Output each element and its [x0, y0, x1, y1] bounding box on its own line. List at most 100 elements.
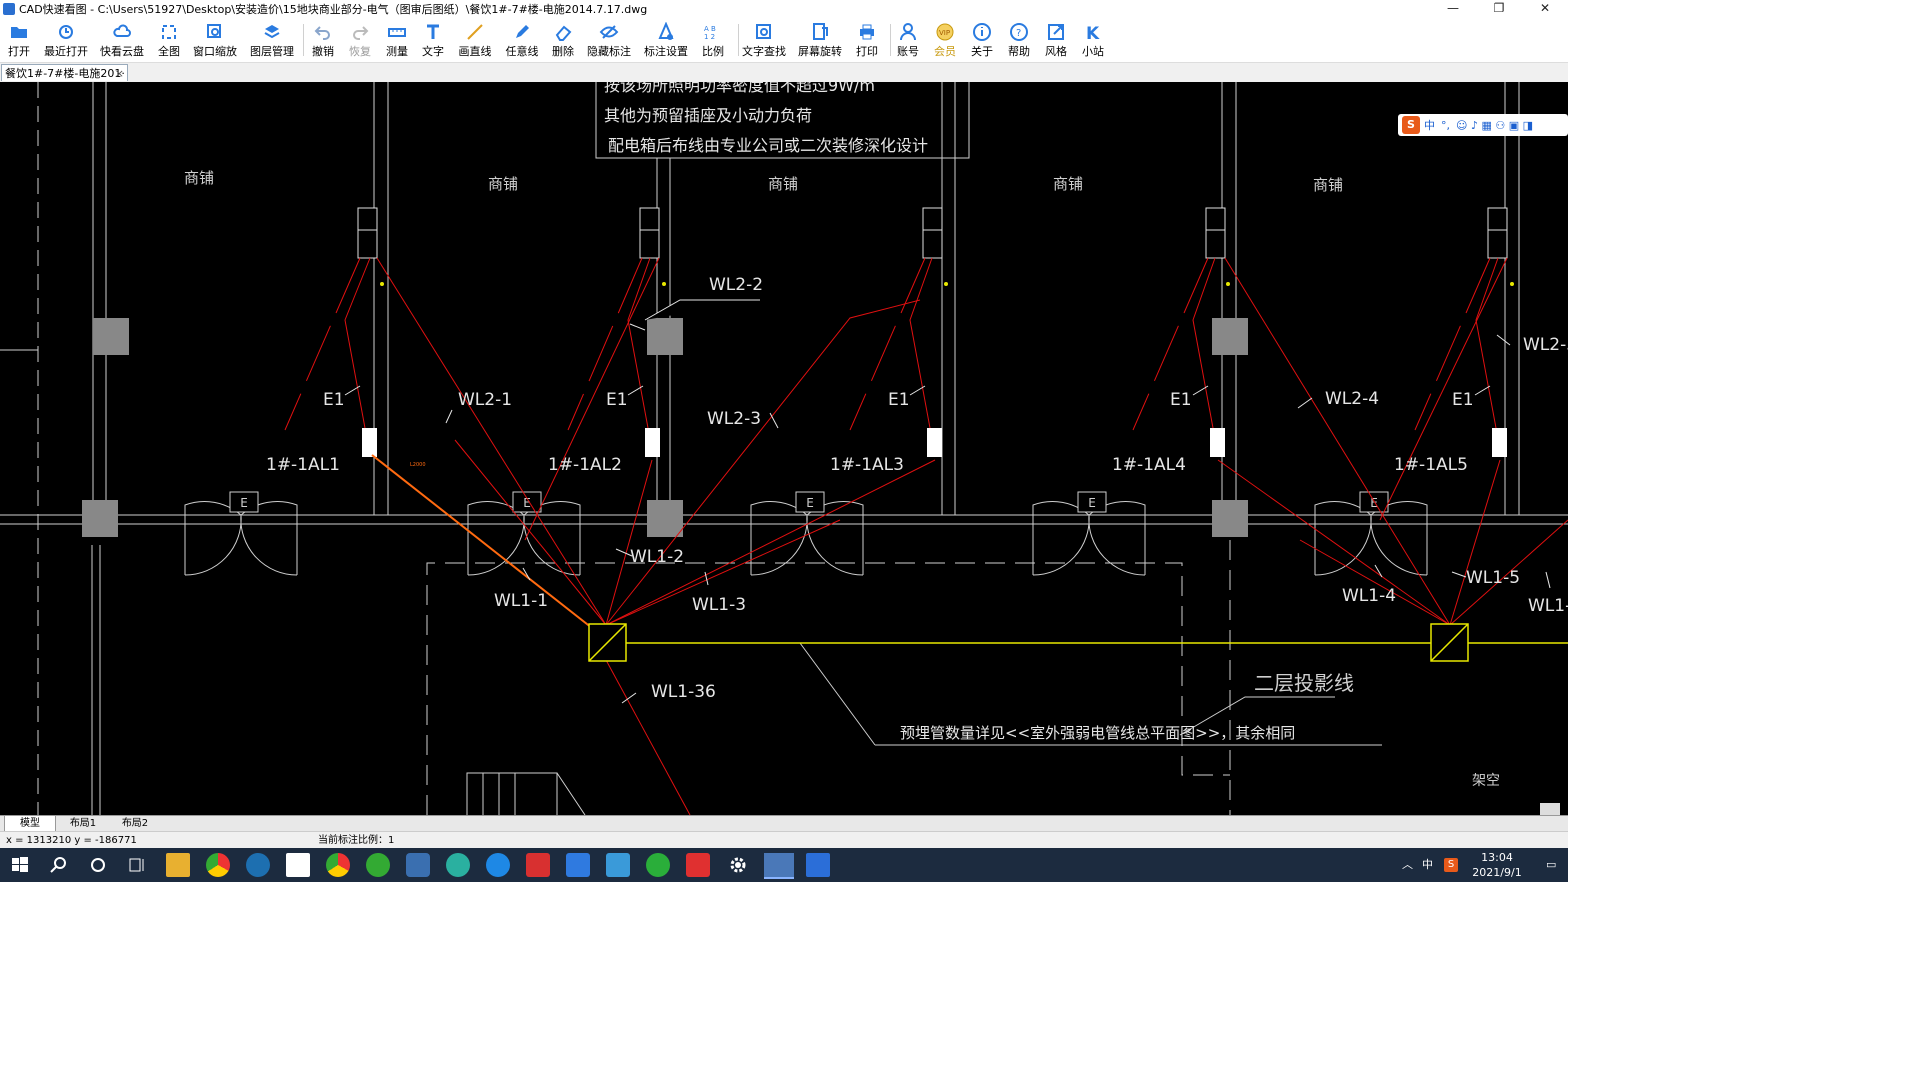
file-explorer-icon[interactable] [166, 853, 190, 877]
store-icon[interactable] [286, 853, 310, 877]
tray-chevron-icon[interactable]: ︿ [1402, 848, 1413, 882]
panel-label: 1#-1AL3 [830, 455, 904, 475]
canvas-corner-button[interactable] [1540, 803, 1560, 815]
circuit-label: WL1-1 [494, 591, 548, 611]
toolbar-label: 全图 [158, 45, 180, 58]
notification-icon[interactable]: ▭ [1546, 848, 1556, 882]
circuit-label: E1 [606, 390, 628, 410]
drawing-canvas[interactable]: E E E E E L2000 按该场所照明功率密度值不超过9W/m 其他为预留… [0, 82, 1568, 815]
room-label: 商铺 [768, 175, 798, 193]
calculator-icon[interactable] [606, 853, 630, 877]
toolbar-label: 图层管理 [250, 45, 294, 58]
toolbar-scale-button[interactable]: A B1 2 比例 [688, 22, 738, 59]
cloud-icon [113, 24, 131, 37]
app-icon[interactable] [526, 853, 550, 877]
measure-label: L2000 [410, 462, 426, 468]
zoom-window-icon [207, 24, 221, 38]
tab-layout1[interactable]: 布局1 [56, 816, 110, 831]
projection-label: 二层投影线 [1254, 671, 1354, 695]
toolbar-label: 屏幕旋转 [798, 45, 842, 58]
ime-punct[interactable]: °, [1441, 119, 1450, 132]
sogou-tray-icon[interactable]: S [1444, 858, 1458, 872]
clock-date: 2021/9/1 [1472, 866, 1522, 879]
ime-toolbar[interactable]: S 中 °, ☺ ♪ ▦ ⚇ ▣ ◨ [1398, 114, 1568, 136]
circuit-label: E1 [323, 390, 345, 410]
toolbar-label: 比例 [702, 45, 724, 58]
toolbar-recent-button[interactable]: 最近打开 [41, 22, 91, 59]
room-label: 商铺 [1313, 176, 1343, 194]
toolbar-label: 会员 [934, 45, 956, 58]
wps-icon[interactable] [686, 853, 710, 877]
pen-icon [516, 25, 529, 38]
toolbar-rotate-button[interactable]: 屏幕旋转 [795, 22, 845, 59]
tab-model[interactable]: 模型 [4, 816, 56, 832]
clock-time: 13:04 [1481, 851, 1513, 864]
toolbar-hidemark-button[interactable]: 隐藏标注 [584, 22, 634, 59]
toolbar-separator [890, 24, 891, 56]
toolbar-label: 帮助 [1008, 45, 1030, 58]
task-view-icon[interactable] [125, 853, 149, 877]
maximize-button[interactable]: ❐ [1476, 0, 1522, 18]
toolbar-label: 撤销 [312, 45, 334, 58]
browser-icon[interactable] [206, 853, 230, 877]
app-icon[interactable] [406, 853, 430, 877]
search-icon[interactable] [47, 853, 71, 877]
tray-lang[interactable]: 中 [1422, 848, 1433, 882]
toolbar-findtext-button[interactable]: 文字查找 [739, 22, 789, 59]
circuit-label: WL2-5 [1523, 335, 1568, 355]
eye-icon [599, 25, 619, 39]
app-icon[interactable] [246, 853, 270, 877]
svg-text:K: K [1086, 24, 1100, 42]
toolbar-separator [303, 24, 304, 56]
settings-gear-icon[interactable] [726, 853, 750, 877]
toolbar-label: 风格 [1045, 45, 1067, 58]
app-icon[interactable] [366, 853, 390, 877]
circuit-label: WL1-6 [1528, 596, 1568, 616]
clock[interactable]: 13:04 2021/9/1 [1472, 850, 1522, 884]
e-box-label: E [806, 496, 814, 510]
toolbar-line-button[interactable]: 画直线 [450, 22, 500, 59]
toolbar-zoomwin-button[interactable]: 窗口缩放 [190, 22, 240, 59]
svg-text:1 2: 1 2 [704, 33, 715, 41]
app-icon[interactable] [446, 853, 470, 877]
toolbar-label: 任意线 [505, 45, 539, 58]
panel-label: 1#-1AL2 [548, 455, 622, 475]
edge-icon[interactable] [486, 853, 510, 877]
toolbar-label: 标注设置 [644, 45, 688, 58]
toolbar-cloud-button[interactable]: 快看云盘 [97, 22, 147, 59]
svg-text:VIP: VIP [939, 29, 950, 37]
cad-viewer-taskbar-icon[interactable] [764, 853, 794, 879]
panel-label: 1#-1AL4 [1112, 455, 1186, 475]
taskbar: ︿ 中 S 13:04 2021/9/1 ▭ [0, 848, 1568, 882]
toolbar-station-button[interactable]: K 小站 [1068, 22, 1118, 59]
info-icon [973, 23, 991, 41]
toolbar-fullview-button[interactable]: 全图 [144, 22, 194, 59]
toolbar-label: 最近打开 [44, 45, 88, 58]
toolbar-label: 账号 [897, 45, 919, 58]
tab-layout2[interactable]: 布局2 [112, 816, 158, 831]
ime-tools-icon[interactable]: ☺ ♪ ▦ ⚇ ▣ ◨ [1456, 119, 1533, 132]
app-icon[interactable] [566, 853, 590, 877]
cortana-icon[interactable] [86, 853, 110, 877]
toolbar-marksettings-button[interactable]: 标注设置 [641, 22, 691, 59]
ime-lang[interactable]: 中 [1424, 117, 1435, 133]
toolbar-label: 隐藏标注 [587, 45, 631, 58]
coords-readout: x = 1313210 y = -186771 [6, 835, 137, 846]
toolbar-label: 文字查找 [742, 45, 786, 58]
close-tab-icon[interactable]: × [115, 65, 124, 81]
close-button[interactable]: ✕ [1522, 0, 1568, 18]
toolbar-open-button[interactable]: 打开 [0, 22, 44, 59]
chrome-icon[interactable] [326, 853, 350, 877]
document-tab[interactable]: 餐饮1#-7#楼-电施201· × [1, 64, 128, 81]
toolbar-label: 恢复 [349, 45, 371, 58]
toolbar-erase-button[interactable]: 删除 [538, 22, 588, 59]
help-icon: ? [1010, 23, 1028, 41]
toolbar-label: 关于 [971, 45, 993, 58]
document-tab-label: 餐饮1#-7#楼-电施201· [5, 67, 125, 80]
minimize-button[interactable]: — [1430, 0, 1476, 18]
windows-start-icon[interactable] [8, 853, 32, 877]
app-icon[interactable] [806, 853, 830, 877]
toolbar-layers-button[interactable]: 图层管理 [247, 22, 297, 59]
folder-icon [11, 27, 27, 38]
wechat-icon[interactable] [646, 853, 670, 877]
